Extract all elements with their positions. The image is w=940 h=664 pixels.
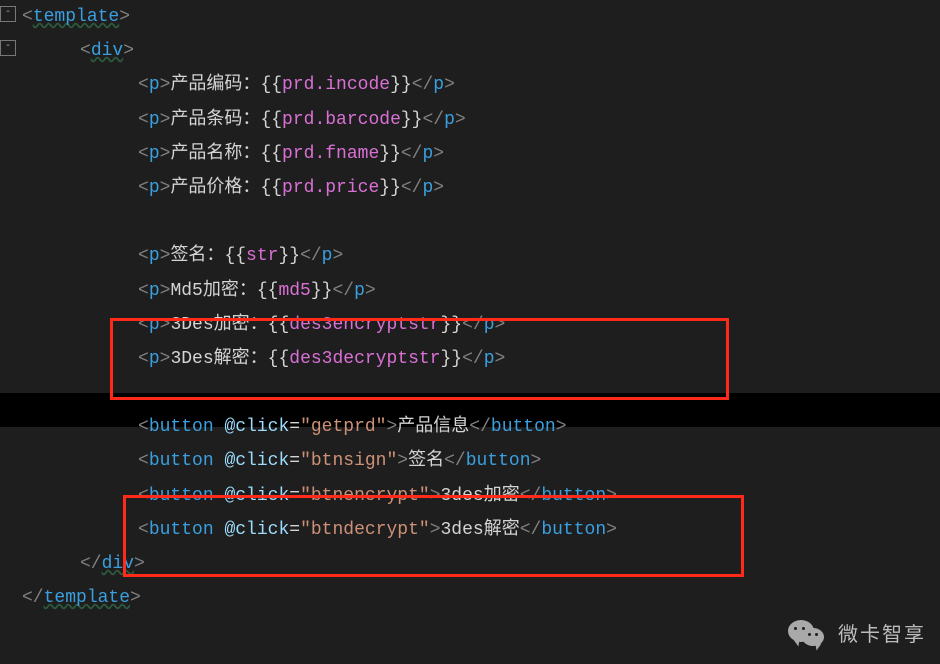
code-line[interactable]: <p>3Des加密：{{des3encryptstr}}</p>	[22, 308, 940, 342]
code-line[interactable]: <button @click="btndecrypt">3des解密</butt…	[22, 513, 940, 547]
code-line[interactable]: </div>	[22, 547, 940, 581]
code-line[interactable]: <p>产品名称：{{prd.fname}}</p>	[22, 137, 940, 171]
fold-marker-icon[interactable]: -	[0, 6, 16, 22]
code-line[interactable]: <div>	[22, 34, 940, 68]
watermark-text: 微卡智享	[838, 616, 926, 654]
fold-marker-icon[interactable]: -	[0, 40, 16, 56]
wechat-icon	[788, 618, 828, 652]
code-line[interactable]: <p>Md5加密：{{md5}}</p>	[22, 274, 940, 308]
code-line-blank[interactable]	[22, 205, 940, 239]
code-line[interactable]: </template>	[22, 581, 940, 615]
watermark: 微卡智享	[788, 616, 926, 654]
code-line[interactable]: <button @click="btnsign">签名</button>	[22, 444, 940, 478]
code-line[interactable]: <button @click="getprd">产品信息</button>	[22, 410, 940, 444]
code-line[interactable]: <p>产品价格：{{prd.price}}</p>	[22, 171, 940, 205]
code-line[interactable]: <p>签名：{{str}}</p>	[22, 239, 940, 273]
code-line[interactable]: <button @click="btnencrypt">3des加密</butt…	[22, 479, 940, 513]
code-line[interactable]: <p>产品编码：{{prd.incode}}</p>	[22, 68, 940, 102]
gutter: - -	[0, 0, 18, 664]
code-line-blank[interactable]	[22, 376, 940, 410]
code-line[interactable]: <p>产品条码：{{prd.barcode}}</p>	[22, 103, 940, 137]
code-line[interactable]: <template>	[22, 0, 940, 34]
code-line[interactable]: <p>3Des解密：{{des3decryptstr}}</p>	[22, 342, 940, 376]
code-editor[interactable]: - - <template> <div> <p>产品编码：{{prd.incod…	[0, 0, 940, 615]
